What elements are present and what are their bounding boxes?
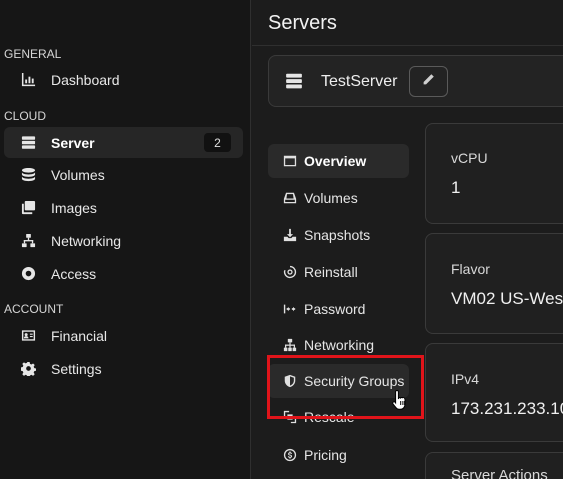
rescale-icon (283, 410, 297, 424)
card-label: Flavor (451, 261, 490, 277)
sidebar-item-label: Dashboard (51, 71, 120, 88)
card-value: 1 (451, 178, 461, 197)
section-label-general: GENERAL (4, 47, 62, 61)
sidebar-item-label: Server (51, 134, 95, 151)
sidebar-item-volumes[interactable]: Volumes (4, 159, 243, 190)
hdd-icon (283, 191, 297, 205)
tab-volumes[interactable]: Volumes (268, 181, 409, 215)
info-card-ipv4: IPv4 173.231.233.10 (425, 343, 563, 442)
download-tray-icon (283, 228, 297, 242)
tab-overview[interactable]: Overview (268, 144, 409, 178)
sidebar-item-images[interactable]: Images (4, 192, 243, 223)
tab-label: Volumes (304, 190, 358, 206)
main-content: Servers TestServer Overview Volumes Snap… (252, 0, 563, 479)
tab-pricing[interactable]: Pricing (268, 438, 409, 472)
sidebar-item-label: Settings (51, 360, 102, 377)
sidebar-item-label: Volumes (51, 166, 105, 183)
tab-rescale[interactable]: Rescale (268, 402, 409, 432)
server-actions-card: Server Actions (425, 452, 563, 479)
section-label-account: ACCOUNT (4, 302, 64, 316)
info-card-vcpu: vCPU 1 (425, 123, 563, 224)
networking-icon (20, 233, 36, 249)
card-value: 173.231.233.10 (451, 399, 563, 418)
sitemap-icon (283, 338, 297, 352)
tab-security-groups[interactable]: Security Groups (268, 364, 409, 398)
tab-label: Snapshots (304, 227, 371, 243)
tab-password[interactable]: Password (268, 292, 409, 326)
shield-icon (283, 374, 297, 388)
sidebar-item-settings[interactable]: Settings (4, 353, 243, 384)
sidebar-item-networking[interactable]: Networking (4, 225, 243, 256)
server-icon (20, 135, 36, 151)
sidebar-item-label: Images (51, 199, 97, 216)
sidebar: GENERAL Dashboard CLOUD Server 2 Volumes… (0, 0, 251, 479)
divider (252, 45, 563, 46)
tab-label: Pricing (304, 447, 347, 463)
pencil-icon (422, 73, 435, 91)
section-label-cloud: CLOUD (4, 109, 47, 123)
chart-bar-icon (20, 72, 36, 88)
reinstall-icon (283, 265, 297, 279)
info-card-flavor: Flavor VM02 US-West (425, 233, 563, 334)
id-card-icon (20, 328, 36, 344)
tab-label: Security Groups (304, 373, 405, 389)
images-icon (20, 200, 36, 216)
tab-snapshots[interactable]: Snapshots (268, 218, 409, 252)
server-header: TestServer (268, 55, 563, 107)
card-label: IPv4 (451, 371, 480, 387)
tab-label: Overview (304, 153, 367, 169)
card-label: Server Actions (451, 467, 548, 479)
sidebar-item-financial[interactable]: Financial (4, 320, 243, 351)
tab-label: Networking (304, 337, 375, 353)
volumes-icon (20, 167, 36, 183)
page-title: Servers (268, 12, 337, 34)
tab-networking[interactable]: Networking (268, 328, 409, 362)
password-icon (283, 302, 297, 316)
sidebar-item-label: Financial (51, 327, 108, 344)
sidebar-item-label: Networking (51, 232, 122, 249)
sidebar-item-server[interactable]: Server 2 (4, 127, 243, 158)
sidebar-item-label: Access (51, 265, 97, 282)
server-name: TestServer (321, 73, 398, 90)
access-icon (20, 266, 36, 282)
sidebar-item-access[interactable]: Access (4, 258, 243, 289)
card-label: vCPU (451, 150, 488, 166)
sidebar-item-dashboard[interactable]: Dashboard (4, 64, 243, 95)
count-badge: 2 (204, 133, 231, 152)
tab-label: Reinstall (304, 264, 358, 280)
dollar-icon (283, 448, 297, 462)
server-icon (285, 72, 303, 90)
gear-icon (20, 361, 36, 377)
hand-cursor-icon (392, 389, 408, 413)
card-value: VM02 US-West (451, 289, 563, 308)
tab-label: Rescale (304, 409, 355, 425)
edit-server-name-button[interactable] (409, 66, 448, 97)
tab-label: Password (304, 301, 366, 317)
window-icon (283, 154, 297, 168)
tab-reinstall[interactable]: Reinstall (268, 255, 409, 289)
